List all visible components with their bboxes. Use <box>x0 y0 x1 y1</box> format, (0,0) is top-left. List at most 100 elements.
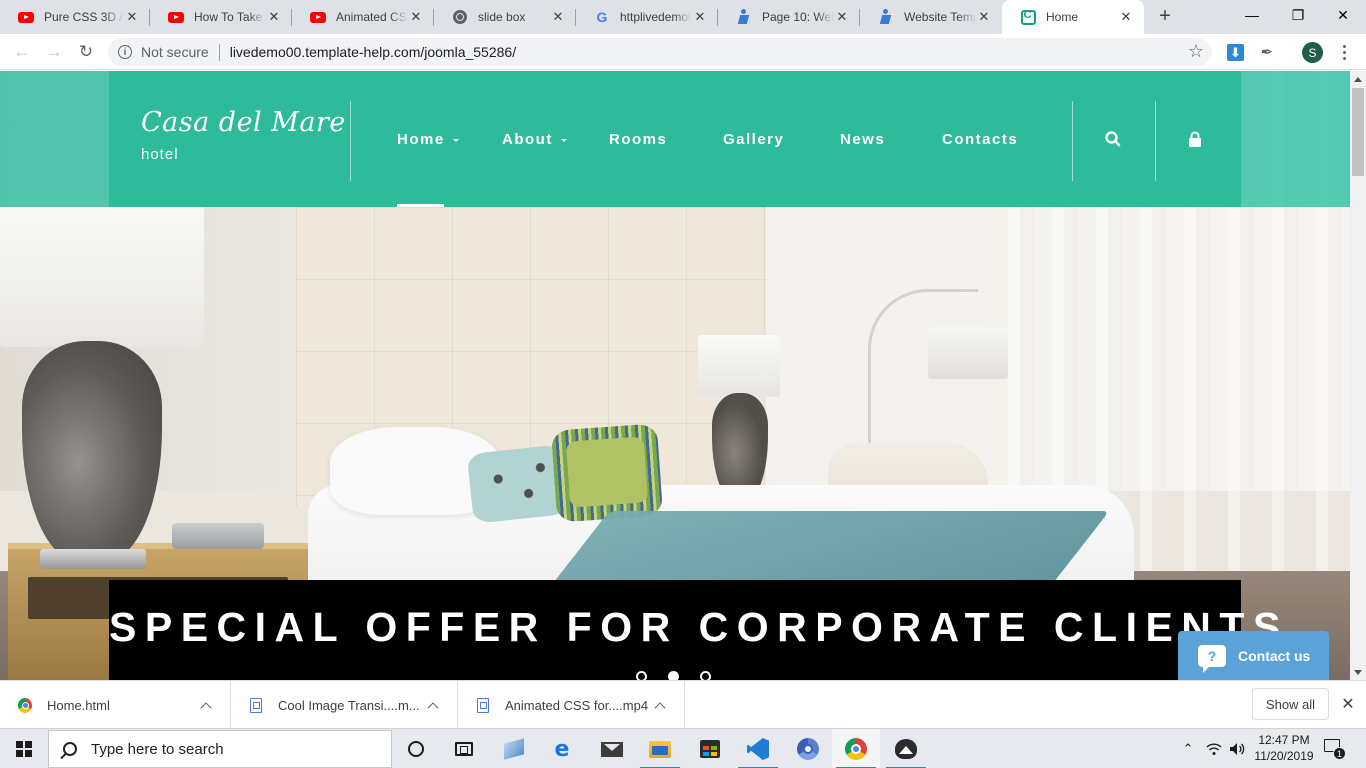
system-clock[interactable]: 12:47 PM 11/20/2019 <box>1248 732 1320 764</box>
chevron-up-icon[interactable] <box>653 698 667 712</box>
tab-title: httplivedemo00.template <box>620 10 692 24</box>
wifi-icon[interactable] <box>1203 729 1225 768</box>
tab-title: How To Take A Screenshot <box>194 10 266 24</box>
tab-website-templates[interactable]: Website Templates ✕ <box>860 0 1002 34</box>
show-all-downloads-button[interactable]: Show all <box>1252 688 1329 720</box>
nav-contacts[interactable]: Contacts <box>942 129 1018 149</box>
chrome-icon[interactable] <box>832 729 880 768</box>
close-icon[interactable]: ✕ <box>1118 9 1134 25</box>
close-icon[interactable]: ✕ <box>408 9 424 25</box>
close-icon[interactable]: ✕ <box>834 9 850 25</box>
close-icon[interactable]: ✕ <box>976 9 992 25</box>
lock-icon[interactable] <box>1183 127 1207 151</box>
file-explorer-icon[interactable] <box>636 729 684 768</box>
profile-avatar[interactable]: S <box>1302 42 1323 63</box>
tab-title: Pure CSS 3D Animation <box>44 10 124 24</box>
edge-browser-icon[interactable]: e <box>538 729 586 768</box>
tab-page-10[interactable]: Page 10: Website Templates ✕ <box>718 0 860 34</box>
tab-title: Website Templates <box>904 10 976 24</box>
eyedropper-extension-icon[interactable]: ✒ <box>1257 42 1277 62</box>
nav-gallery[interactable]: Gallery <box>723 129 784 149</box>
tab-pure-css-3d[interactable]: Pure CSS 3D Animation ✕ <box>0 0 150 34</box>
chevron-up-icon[interactable] <box>199 698 213 712</box>
new-tab-button[interactable]: + <box>1152 5 1178 29</box>
youtube-icon <box>168 9 184 25</box>
download-extension-icon[interactable]: ⬇ <box>1227 44 1244 61</box>
tab-title: slide box <box>478 10 526 24</box>
slide-dot[interactable] <box>700 671 711 680</box>
tab-title: Animated CSS Slider <box>336 10 408 24</box>
close-icon[interactable]: ✕ <box>266 9 282 25</box>
3d-viewer-icon[interactable] <box>490 729 538 768</box>
google-icon: G <box>596 9 608 25</box>
download-shelf: Home.html Cool Image Transi....m... Anim… <box>0 680 1366 729</box>
tab-how-to-take[interactable]: How To Take A Screenshot ✕ <box>150 0 292 34</box>
scrollbar-thumb[interactable] <box>1352 88 1364 176</box>
task-view-icon[interactable] <box>440 729 488 768</box>
tab-httplivedemo[interactable]: G httplivedemo00.template ✕ <box>576 0 718 34</box>
close-icon[interactable]: ✕ <box>550 9 566 25</box>
chevron-up-icon[interactable] <box>426 698 440 712</box>
download-filename: Animated CSS for....mp4 <box>505 697 649 713</box>
nav-news[interactable]: News <box>840 129 885 149</box>
tab-animated-css[interactable]: Animated CSS Slider ✕ <box>292 0 434 34</box>
contact-us-button[interactable]: ? Contact us <box>1178 631 1329 680</box>
back-arrow-icon[interactable]: ← <box>10 40 34 64</box>
nav-about[interactable]: About <box>502 129 567 149</box>
search-icon[interactable] <box>1101 127 1125 151</box>
slide-caption-text: SPECIAL OFFER FOR CORPORATE CLIENTS <box>109 604 1289 650</box>
page-scrollbar[interactable] <box>1350 71 1366 680</box>
volume-icon[interactable] <box>1226 729 1248 768</box>
close-icon[interactable]: ✕ <box>692 9 708 25</box>
site-logo[interactable]: Casa del Mare <box>141 107 346 138</box>
download-item[interactable]: Home.html <box>0 681 231 729</box>
maximize-button[interactable]: ❐ <box>1275 0 1321 30</box>
youtube-icon <box>18 9 34 25</box>
address-bar[interactable]: i Not secure livedemo00.template-help.co… <box>108 38 1212 66</box>
window-close-button[interactable]: ✕ <box>1320 0 1366 30</box>
scroll-up-arrow-icon[interactable] <box>1350 71 1366 87</box>
vscode-icon[interactable] <box>734 729 782 768</box>
chevron-up-icon[interactable]: ⌃ <box>1178 729 1198 768</box>
url-text[interactable]: livedemo00.template-help.com/joomla_5528… <box>230 44 516 60</box>
nav-home[interactable]: Home <box>397 129 459 149</box>
forward-arrow-icon[interactable]: → <box>42 40 66 64</box>
nav-rooms[interactable]: Rooms <box>609 129 667 149</box>
slide-dot[interactable] <box>636 671 647 680</box>
close-icon[interactable]: ✕ <box>1339 695 1357 713</box>
taskbar-search-box[interactable]: Type here to search <box>48 730 392 768</box>
youtube-icon <box>310 9 326 25</box>
windows-taskbar: Type here to search e ⌃ 12:47 PM 11/20/2… <box>0 728 1366 768</box>
page-viewport: Casa del Mare hotel Home About Rooms Gal… <box>0 71 1350 680</box>
browser-toolbar: ← → ↻ i Not secure livedemo00.template-h… <box>0 34 1366 70</box>
mail-icon[interactable] <box>588 729 636 768</box>
reload-icon[interactable]: ↻ <box>74 40 98 64</box>
tab-slide-box[interactable]: slide box ✕ <box>434 0 576 34</box>
slide-dot-active[interactable] <box>668 671 679 680</box>
browser-menu-icon[interactable] <box>1334 42 1354 62</box>
chrome-canary-icon[interactable] <box>784 729 832 768</box>
clock-time: 12:47 PM <box>1258 733 1310 747</box>
action-center-icon[interactable]: 1 <box>1322 737 1346 761</box>
download-item[interactable]: Cool Image Transi....m... <box>231 681 458 729</box>
tab-title: Page 10: Website Templates <box>762 10 834 24</box>
cortana-icon[interactable] <box>392 729 440 768</box>
templatemonster-icon <box>878 9 894 25</box>
close-icon[interactable]: ✕ <box>124 9 140 25</box>
start-button[interactable] <box>0 729 48 768</box>
store-icon[interactable] <box>686 729 734 768</box>
info-icon[interactable]: i <box>118 45 132 59</box>
scroll-down-arrow-icon[interactable] <box>1350 664 1366 680</box>
divider <box>218 43 220 61</box>
photos-icon[interactable] <box>882 729 930 768</box>
minimize-button[interactable]: — <box>1229 0 1275 30</box>
tab-home[interactable]: Home ✕ <box>1002 0 1144 34</box>
site-logo-subtitle[interactable]: hotel <box>141 146 179 163</box>
bookmark-star-icon[interactable]: ☆ <box>1188 41 1204 62</box>
download-filename: Cool Image Transi....m... <box>278 697 420 713</box>
nav-label: Home <box>397 130 445 148</box>
download-item[interactable]: Animated CSS for....mp4 <box>458 681 685 729</box>
site-header: Casa del Mare hotel Home About Rooms Gal… <box>109 71 1241 207</box>
notification-count-badge: 1 <box>1333 747 1346 760</box>
slide-caption: SPECIAL OFFER FOR CORPORATE CLIENTS <box>109 580 1289 680</box>
